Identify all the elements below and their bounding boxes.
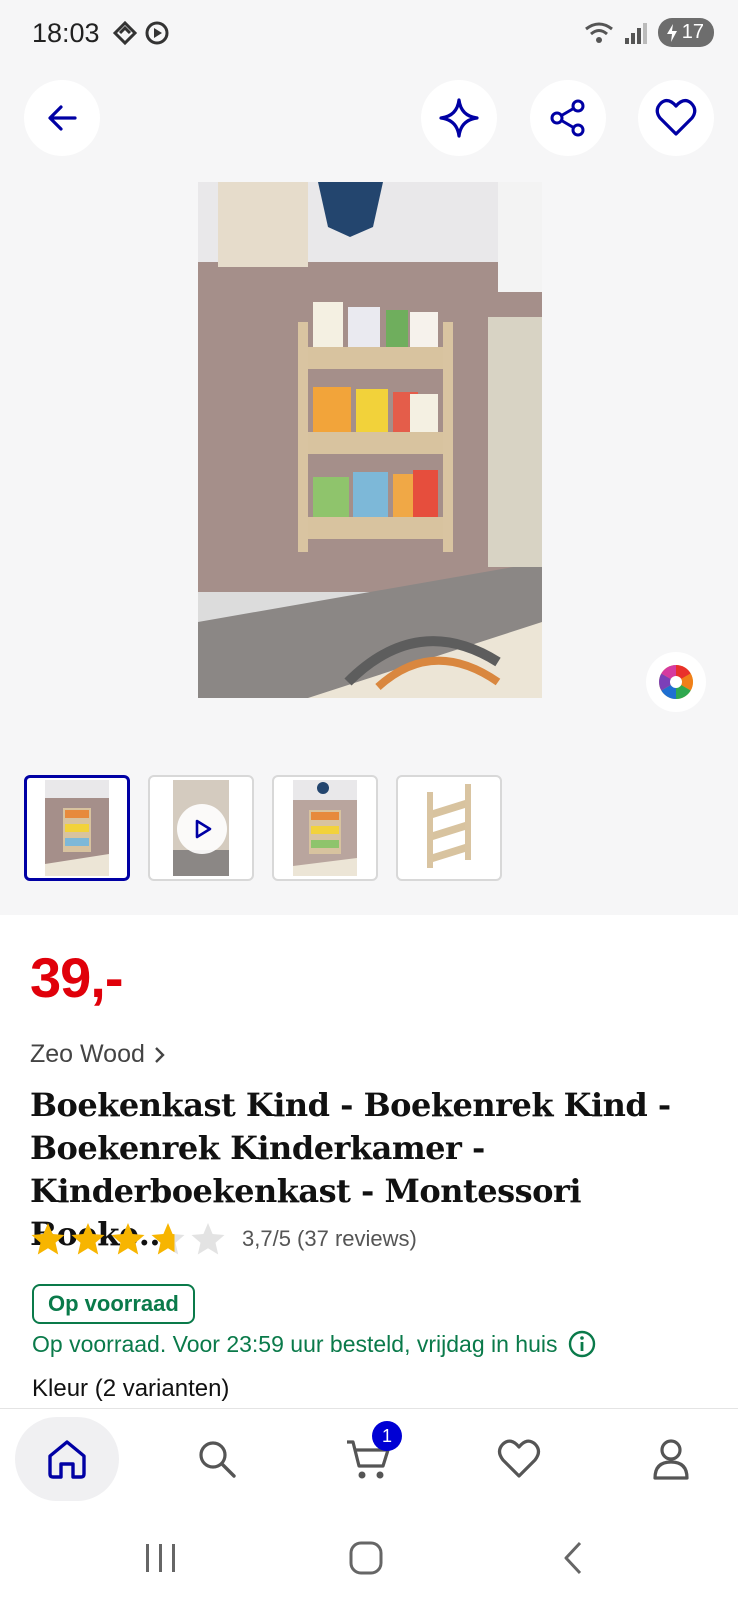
product-gallery: [0, 62, 738, 915]
search-icon: [199, 1441, 236, 1478]
system-navigation: [0, 1514, 738, 1600]
delivery-text: Op voorraad. Voor 23:59 uur besteld, vri…: [32, 1330, 558, 1357]
share-button[interactable]: [530, 80, 606, 156]
brand-name: Zeo Wood: [30, 1040, 145, 1068]
account-icon: [653, 1439, 689, 1480]
star-icon: [191, 1223, 225, 1255]
brand-link[interactable]: Zeo Wood: [30, 1040, 167, 1069]
nav-wishlist[interactable]: [467, 1417, 571, 1501]
status-bar: 18:03 17: [0, 0, 738, 62]
thumbnail-3[interactable]: [272, 775, 378, 881]
color-variant-button[interactable]: [646, 652, 706, 712]
home-system-icon[interactable]: [348, 1540, 384, 1576]
star-icon: [31, 1223, 65, 1255]
delivery-info: Op voorraad. Voor 23:59 uur besteld, vri…: [32, 1330, 596, 1358]
thumbnail-strip: [24, 775, 502, 881]
product-photo: [198, 182, 542, 698]
favorite-button[interactable]: [638, 80, 714, 156]
sparkle-icon: [439, 98, 479, 138]
thumbnail-image: [409, 780, 489, 876]
star-icon: [71, 1223, 105, 1255]
product-rating[interactable]: 3,7/5 (37 reviews): [30, 1222, 417, 1256]
share-icon: [550, 99, 585, 137]
nav-account[interactable]: [619, 1417, 723, 1501]
arrow-left-icon: [48, 105, 77, 131]
signal-icon: [624, 22, 647, 44]
heart-icon: [497, 1439, 541, 1478]
nav-home[interactable]: [15, 1417, 119, 1501]
wifi-icon: [584, 22, 613, 43]
bottom-navigation: 1: [0, 1408, 738, 1514]
play-button[interactable]: [177, 804, 227, 854]
chevron-right-icon: [155, 1046, 165, 1063]
thumbnail-image: [293, 780, 357, 876]
ai-assistant-button[interactable]: [421, 80, 497, 156]
star-icon: [111, 1223, 145, 1255]
thumbnail-image: [45, 780, 109, 876]
info-icon[interactable]: [568, 1330, 596, 1358]
color-wheel-icon: [659, 665, 693, 699]
play-icon: [195, 819, 212, 839]
main-product-image[interactable]: [198, 182, 542, 698]
recent-apps-icon[interactable]: [143, 1542, 179, 1574]
rating-text: 3,7/5 (37 reviews): [242, 1226, 417, 1251]
product-price: 39,-: [30, 946, 123, 1009]
thumbnail-video[interactable]: [148, 775, 254, 881]
thumbnail-1[interactable]: [24, 775, 130, 881]
battery-level: 17: [681, 21, 704, 43]
thumbnail-4[interactable]: [396, 775, 502, 881]
back-button[interactable]: [24, 80, 100, 156]
charging-icon: [666, 23, 677, 42]
status-time: 18:03: [32, 18, 100, 48]
product-page: 18:03 17 39,- Zeo Wood Boekenkast Kind -…: [0, 0, 738, 1600]
color-variants-label[interactable]: Kleur (2 varianten): [32, 1375, 229, 1403]
heart-icon: [655, 99, 697, 136]
home-icon: [48, 1440, 86, 1479]
cart-count-badge: 1: [372, 1421, 402, 1451]
battery-indicator: 17: [657, 18, 714, 47]
play-notification-icon: [145, 21, 169, 45]
back-system-icon[interactable]: [560, 1540, 586, 1576]
app-notification-icon: [112, 20, 138, 46]
nav-cart[interactable]: 1: [316, 1417, 420, 1501]
stock-badge: Op voorraad: [32, 1284, 195, 1324]
star-icon: [151, 1223, 185, 1255]
nav-search[interactable]: [165, 1417, 269, 1501]
